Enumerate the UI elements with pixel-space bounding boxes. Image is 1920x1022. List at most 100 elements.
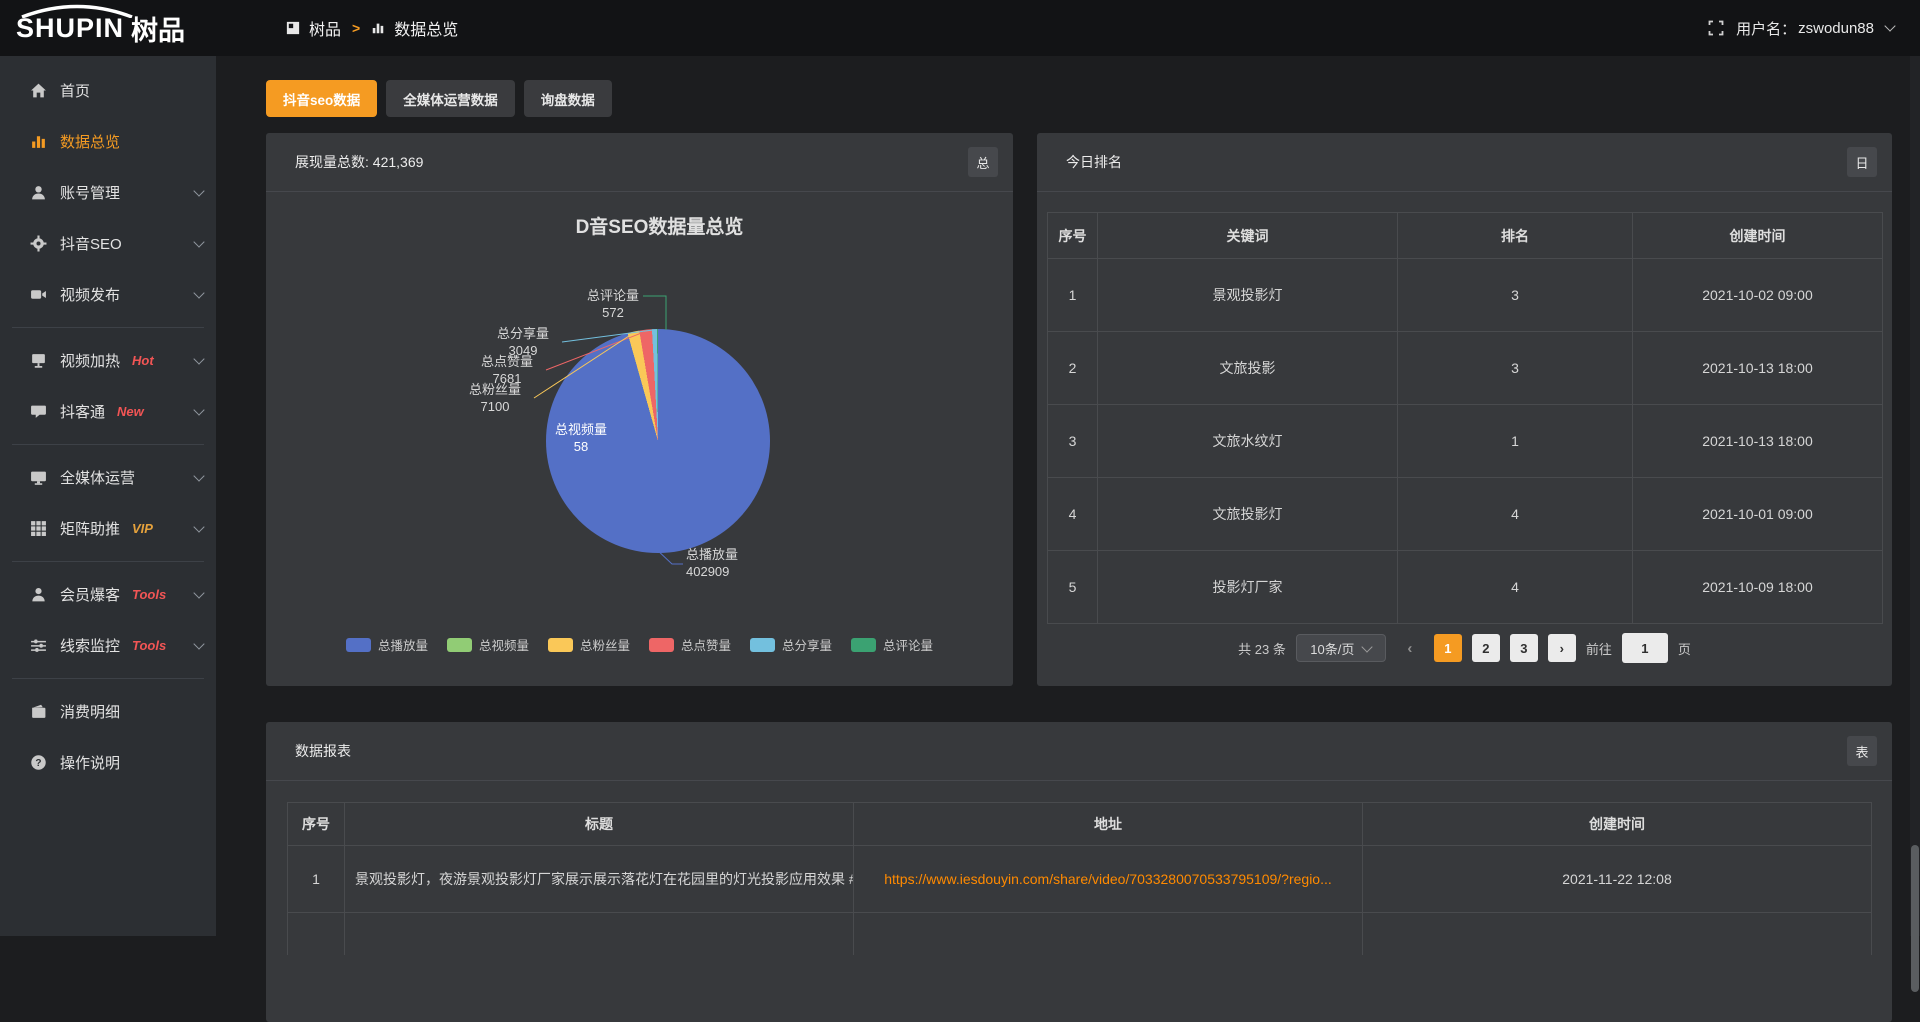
table-cell: 景观投影灯 — [1098, 259, 1398, 332]
total-toggle-button[interactable]: 总 — [968, 147, 998, 177]
sidebar-item-线索监控[interactable]: 线索监控Tools — [0, 620, 216, 671]
sidebar-item-label: 首页 — [60, 80, 90, 101]
column-header: 创建时间 — [1363, 803, 1872, 846]
cell-time: 2021-11-22 12:08 — [1363, 846, 1872, 913]
user-area: 用户名：zswodun88 — [1708, 18, 1894, 39]
scrollbar-thumb[interactable] — [1911, 845, 1919, 992]
pie-graphic[interactable] — [546, 329, 770, 553]
bar-chart-icon — [371, 21, 385, 35]
overview-panel: 展现量总数: 421,369 总 D音SEO数据量总览 总播放量402909 总… — [266, 133, 1013, 686]
legend-label: 总评论量 — [883, 635, 933, 654]
ranking-panel: 今日排名 日 序号关键词排名创建时间 1景观投影灯32021-10-02 09:… — [1037, 133, 1892, 686]
sidebar-item-视频加热[interactable]: 视频加热Hot — [0, 335, 216, 386]
legend-item-总点赞量[interactable]: 总点赞量 — [649, 635, 731, 654]
goto-label: 前往 — [1586, 639, 1612, 658]
table-toggle-button[interactable]: 表 — [1847, 736, 1877, 766]
username-label: 用户名： — [1736, 18, 1796, 39]
chevron-down-icon — [193, 638, 204, 649]
chevron-down-icon — [193, 185, 204, 196]
page-scrollbar[interactable] — [1910, 56, 1920, 936]
sidebar-item-抖客通[interactable]: 抖客通 New — [0, 386, 216, 437]
tab-询盘数据[interactable]: 询盘数据 — [524, 80, 612, 117]
table-cell: 3 — [1048, 405, 1098, 478]
overview-panel-header: 展现量总数: 421,369 总 — [266, 133, 1013, 192]
topbar: SHUPIN 树品 树品 > 数据总览 用户名：zswodun88 — [0, 0, 1920, 56]
column-header: 序号 — [288, 803, 345, 846]
pie-label-play: 总播放量402909 — [686, 546, 781, 580]
table-row: 3文旅水纹灯12021-10-13 18:00 — [1048, 405, 1883, 478]
page-size-value: 10条/页 — [1310, 639, 1354, 658]
chevron-down-icon — [193, 521, 204, 532]
sidebar-item-首页[interactable]: 首页 — [0, 65, 216, 116]
sidebar-item-badge: New — [117, 404, 144, 419]
legend-item-总评论量[interactable]: 总评论量 — [851, 635, 933, 654]
sidebar-item-数据总览[interactable]: 数据总览 — [0, 116, 216, 167]
sidebar-item-label: 消费明细 — [60, 701, 120, 722]
chart-title: D音SEO数据量总览 — [306, 212, 1013, 239]
tab-抖音seo数据[interactable]: 抖音seo数据 — [266, 80, 377, 117]
heat-board-icon — [30, 352, 47, 369]
sidebar-item-操作说明[interactable]: ?操作说明 — [0, 737, 216, 788]
sidebar-item-label: 抖客通 — [60, 401, 105, 422]
logo-arc — [18, 4, 136, 18]
prev-page-button[interactable]: ‹ — [1396, 634, 1424, 662]
page-button-2[interactable]: 2 — [1472, 634, 1500, 662]
chat-bubble-icon — [30, 403, 47, 420]
monitor-icon — [30, 469, 47, 486]
sidebar-item-账号管理[interactable]: 账号管理 — [0, 167, 216, 218]
legend-item-总播放量[interactable]: 总播放量 — [346, 635, 428, 654]
sidebar-item-矩阵助推[interactable]: 矩阵助推VIP — [0, 503, 216, 554]
chevron-down-icon — [1362, 641, 1373, 652]
grid-icon — [30, 520, 47, 537]
pie-chart: D音SEO数据量总览 总播放量402909 总视频量58 总粉丝量7100 总点… — [266, 192, 1013, 686]
table-cell: 1 — [1048, 259, 1098, 332]
chevron-down-icon — [193, 470, 204, 481]
legend-item-总视频量[interactable]: 总视频量 — [447, 635, 529, 654]
sidebar-item-消费明细[interactable]: 消费明细 — [0, 686, 216, 737]
legend-item-总分享量[interactable]: 总分享量 — [750, 635, 832, 654]
sliders-icon — [30, 637, 47, 654]
page-button-1[interactable]: 1 — [1434, 634, 1462, 662]
table-cell: 4 — [1048, 478, 1098, 551]
user-chevron-down-icon[interactable] — [1884, 20, 1895, 31]
breadcrumb-root[interactable]: 树品 — [309, 16, 341, 40]
sidebar-item-label: 会员爆客 — [60, 584, 120, 605]
user-icon — [30, 184, 47, 201]
pagination: 共 23 条10条/页‹123›前往页 — [1037, 633, 1892, 663]
legend-swatch — [548, 638, 573, 652]
table-cell: 3 — [1398, 259, 1633, 332]
table-cell: 3 — [1398, 332, 1633, 405]
table-cell: 2 — [1048, 332, 1098, 405]
sidebar-item-全媒体运营[interactable]: 全媒体运营 — [0, 452, 216, 503]
day-toggle-button[interactable]: 日 — [1847, 147, 1877, 177]
table-cell: 2021-10-13 18:00 — [1633, 405, 1883, 478]
username[interactable]: zswodun88 — [1798, 20, 1874, 37]
cell-title: 景观投影灯，夜游景观投影灯厂家展示展示落花灯在花园里的灯光投影应用效果 # — [345, 846, 854, 913]
legend-label: 总点赞量 — [681, 635, 731, 654]
table-cell: 投影灯厂家 — [1098, 551, 1398, 624]
data-source-tabs: 抖音seo数据全媒体运营数据询盘数据 — [266, 80, 612, 117]
sidebar-item-label: 操作说明 — [60, 752, 120, 773]
sidebar-item-label: 视频发布 — [60, 284, 120, 305]
column-header: 关键词 — [1098, 213, 1398, 259]
video-url-link[interactable]: https://www.iesdouyin.com/share/video/70… — [884, 871, 1332, 887]
sidebar-item-会员爆客[interactable]: 会员爆客Tools — [0, 569, 216, 620]
breadcrumb-separator: > — [352, 20, 360, 36]
legend-item-总粉丝量[interactable]: 总粉丝量 — [548, 635, 630, 654]
sidebar-item-视频发布[interactable]: 视频发布 — [0, 269, 216, 320]
sidebar-item-label: 全媒体运营 — [60, 467, 135, 488]
legend-swatch — [851, 638, 876, 652]
page-button-3[interactable]: 3 — [1510, 634, 1538, 662]
page-size-select[interactable]: 10条/页 — [1296, 634, 1386, 662]
sidebar-item-label: 抖音SEO — [60, 233, 122, 254]
chevron-down-icon — [193, 587, 204, 598]
sidebar-item-抖音SEO[interactable]: 抖音SEO — [0, 218, 216, 269]
legend-label: 总视频量 — [479, 635, 529, 654]
next-page-button[interactable]: › — [1548, 634, 1576, 662]
legend-swatch — [346, 638, 371, 652]
tab-全媒体运营数据[interactable]: 全媒体运营数据 — [386, 80, 515, 117]
legend-label: 总分享量 — [782, 635, 832, 654]
goto-page-input[interactable] — [1622, 633, 1668, 663]
sidebar-divider — [12, 327, 204, 328]
fullscreen-icon[interactable] — [1708, 20, 1724, 36]
